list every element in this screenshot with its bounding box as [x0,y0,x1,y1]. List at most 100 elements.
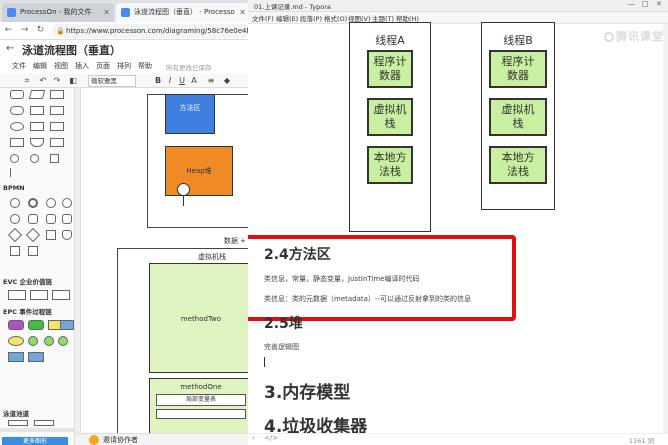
shape-card[interactable] [50,122,64,131]
local-vars-box[interactable]: 局部变量表 [156,394,246,406]
shape-epc-or[interactable] [44,336,54,346]
shape-bpmn-call[interactable] [62,214,72,224]
font-select[interactable]: 微软雅黑 [88,75,136,87]
align-button[interactable]: ≡ [206,75,216,87]
bold-button[interactable]: B [154,75,162,87]
shape-bpmn-event[interactable] [10,214,20,224]
menu-help[interactable]: 帮助 [138,61,152,71]
shape-bpmn-annotation[interactable] [10,246,20,256]
shape-delay[interactable] [50,138,64,147]
shape-epc-link[interactable] [58,336,68,346]
diagram-canvas[interactable]: 方法区 Heap堆 数据 + 指令 虚拟机栈 methodTwo methodO… [75,88,252,433]
shape-bpmn-store[interactable] [62,230,72,240]
shape-bpmn-timer[interactable] [62,198,72,208]
menu-arrange[interactable]: 排列 [117,61,131,71]
shape-terminator[interactable] [10,106,24,115]
font-color-button[interactable]: A [190,75,198,87]
close-tab-icon[interactable]: ✕ [103,3,110,22]
shape-bpmn-group[interactable] [28,246,38,256]
category-swimlane[interactable]: 泳道池道 [3,408,29,418]
maximize-button[interactable]: □ [642,0,649,8]
menu-file[interactable]: 文件(F) [252,13,274,23]
heap-line-1[interactable]: 完善逻辑图 [264,342,299,352]
operand-stack-box[interactable] [156,409,246,419]
shape-circle[interactable] [30,154,39,163]
word-count[interactable]: 1161 词 [629,435,654,445]
method-two-frame[interactable]: methodTwo [149,263,252,373]
shape-data[interactable] [10,138,24,147]
avatar[interactable] [89,435,99,445]
reload-button[interactable]: ↻ [34,24,47,37]
undo-button[interactable]: ↶ [38,75,48,87]
menu-format[interactable]: 格式(O) [324,13,347,23]
method-one-frame[interactable]: methodOne 局部变量表 [149,378,252,433]
invite-collaborator-link[interactable]: 邀请协作者 [103,435,138,445]
shape-bracket[interactable] [10,168,12,177]
menu-file[interactable]: 文件 [12,61,26,71]
shape-epc-system[interactable] [8,352,24,362]
shape-epc-event[interactable] [8,320,24,330]
italic-button[interactable]: I [166,75,174,87]
heading-2-5[interactable]: 2.5堆 [264,313,303,333]
url-input[interactable]: 🔒 https://www.processon.com/diagraming/5… [52,24,250,38]
category-bpmn[interactable]: BPMN [3,184,25,192]
shape-parallelogram[interactable] [28,90,46,99]
category-evc[interactable]: EVC 企业价值链 [3,276,52,286]
redo-button[interactable]: ↷ [52,75,62,87]
menu-edit[interactable]: 编辑 [33,61,47,71]
shape-evc-1[interactable] [8,290,26,300]
shape-evc-3[interactable] [52,290,70,300]
shape-bpmn-end[interactable] [28,198,38,208]
shape-subprocess[interactable] [50,106,64,115]
shape-bpmn-task[interactable] [28,214,38,224]
outline-toggle-button[interactable]: ‹ [252,434,255,442]
menu-edit[interactable]: 编辑(E) [276,13,298,23]
shape-rounded-rect[interactable] [10,90,24,99]
menu-paragraph[interactable]: 段落(P) [300,13,322,23]
shape-bpmn-gateway[interactable] [7,227,23,243]
shape-bpmn-subprocess[interactable] [46,214,56,224]
shape-epc-function[interactable] [28,320,44,330]
shape-bpmn-data[interactable] [46,230,56,240]
menu-insert[interactable]: 插入 [75,61,89,71]
shape-epc-info[interactable] [60,320,74,330]
back-arrow-icon[interactable]: ← [6,43,14,54]
shape-swimlane-h[interactable] [8,420,28,426]
forward-button[interactable]: → [18,24,31,37]
minimize-button[interactable]: — [628,0,635,8]
underline-button[interactable]: U [178,75,186,87]
diagram-title[interactable]: 泳道流程图（垂直） [22,42,121,58]
shape-epc-data[interactable] [28,352,44,362]
fill-icon[interactable]: ◆ [222,75,232,87]
heading-3[interactable]: 3.内存模型 [264,378,350,403]
shape-bpmn-intermediate[interactable] [46,198,56,208]
back-button[interactable]: ← [2,24,15,37]
shape-epc-and[interactable] [28,336,38,346]
tab-processon-files[interactable]: ProcessOn - 我的文件 ✕ [2,3,114,22]
category-epc[interactable]: EPC 事件过程链 [3,306,52,316]
heap-box[interactable]: Heap堆 [165,146,233,196]
close-tab-icon[interactable]: ✕ [239,3,246,22]
menu-page[interactable]: 页面 [96,61,110,71]
shape-document[interactable] [50,90,64,99]
style-icon[interactable]: ◧ [68,75,78,87]
shape-evc-2[interactable] [30,290,48,300]
tab-swimlane-diagram[interactable]: 泳道流程图（垂直） - Processo ✕ [116,3,250,22]
shape-square[interactable] [50,154,59,163]
shape-ellipse[interactable] [10,122,24,131]
shape-manual-input[interactable] [30,122,44,131]
shape-swimlane-v[interactable] [34,420,54,426]
shape-process[interactable] [30,106,44,115]
more-shapes-button[interactable]: 更多图形 [2,437,68,445]
shape-bpmn-gateway-x[interactable] [25,227,41,243]
format-painter-icon[interactable]: ⌗ [22,75,32,87]
shape-connector[interactable] [10,154,19,163]
shape-epc-xor[interactable] [8,336,24,346]
shape-bpmn-start[interactable] [10,198,20,208]
editor-scrollbar[interactable] [663,24,668,433]
menu-view[interactable]: 视图 [54,61,68,71]
source-mode-button[interactable]: </> [264,434,278,442]
panel-scrollbar[interactable] [0,428,74,432]
method-area-box[interactable]: 方法区 [165,94,215,134]
close-button[interactable]: ✕ [656,0,662,8]
